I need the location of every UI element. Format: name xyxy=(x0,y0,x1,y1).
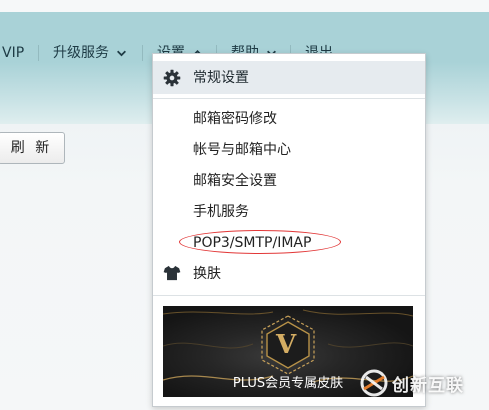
top-strip xyxy=(0,0,489,12)
menu-item-mobile-service[interactable]: 手机服务 xyxy=(193,203,249,221)
menu-item-security-settings[interactable]: 邮箱安全设置 xyxy=(193,172,277,190)
nav-separator xyxy=(38,45,39,61)
general-settings-label: 常规设置 xyxy=(193,70,249,86)
tshirt-icon xyxy=(163,265,181,281)
nav-upgrade-service[interactable]: 升级服务 xyxy=(53,43,127,63)
nav-separator xyxy=(142,45,143,61)
menu-divider xyxy=(153,295,425,296)
settings-dropdown-menu: 常规设置 邮箱密码修改 帐号与邮箱中心 邮箱安全设置 手机服务 POP3/SMT… xyxy=(152,53,426,407)
menu-item-password-change[interactable]: 邮箱密码修改 xyxy=(193,110,277,128)
menu-divider xyxy=(153,98,425,99)
gear-icon xyxy=(163,69,181,87)
menu-item-account-center[interactable]: 帐号与邮箱中心 xyxy=(193,141,291,159)
menu-item-general-settings[interactable]: 常规设置 xyxy=(153,61,425,94)
refresh-button[interactable]: 刷 新 xyxy=(0,132,65,164)
nav-upgrade-label: 升级服务 xyxy=(53,45,109,61)
menu-item-change-skin[interactable]: 换肤 xyxy=(193,265,221,283)
banner-logo-letter: V xyxy=(276,330,297,360)
watermark-logo: 创新互联 xyxy=(356,365,486,401)
chevron-down-icon xyxy=(117,50,127,56)
menu-item-pop3-smtp-imap[interactable]: POP3/SMTP/IMAP xyxy=(193,234,311,252)
nav-vip[interactable]: VIP xyxy=(2,43,24,63)
watermark-text: 创新互联 xyxy=(392,376,464,396)
watermark-icon xyxy=(360,369,388,397)
